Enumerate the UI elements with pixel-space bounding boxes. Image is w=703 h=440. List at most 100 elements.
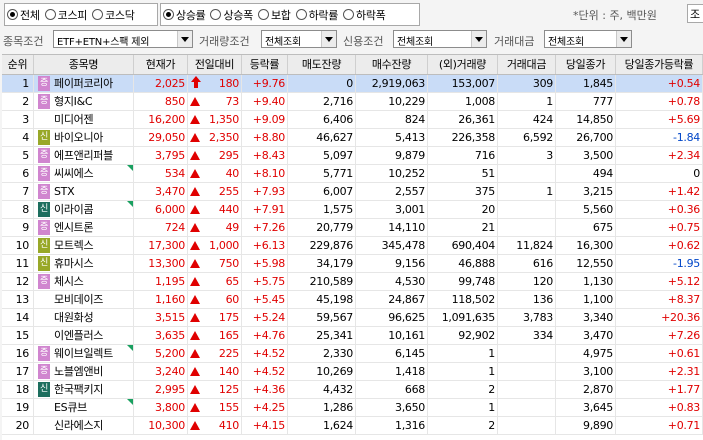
column-header[interactable]: 당일종가등락률 xyxy=(616,55,703,74)
column-header[interactable]: 현재가 xyxy=(134,55,188,74)
unit-box[interactable]: 조 xyxy=(687,4,703,23)
stock-name-cell[interactable]: 신 이라이콤 xyxy=(34,201,134,218)
stock-name[interactable]: 씨씨에스 xyxy=(54,165,94,182)
market-radio-0[interactable]: 전체 xyxy=(5,5,43,24)
column-header[interactable]: 종목명 xyxy=(34,55,134,74)
radio-checked-icon[interactable] xyxy=(7,9,18,20)
table-row[interactable]: 4 신 바이오니아 29,050 2,350 +8.80 46,627 5,413 226,35… xyxy=(2,129,703,147)
table-row[interactable]: 5 증 에프앤리퍼블 3,795 295 +8.43 5,097 9,879 716 3 3,500… xyxy=(2,147,703,165)
stock-name-cell[interactable]: ES큐브 xyxy=(34,399,134,416)
market-radio-2[interactable]: 코스닥 xyxy=(90,5,137,24)
sort-radio-4[interactable]: 하락폭 xyxy=(341,5,388,24)
stock-name[interactable]: 이라이콤 xyxy=(54,201,94,218)
table-row[interactable]: 12 증 체시스 1,195 65 +5.75 210,589 4,530 99,748 120 1… xyxy=(2,273,703,291)
radio-checked-icon[interactable] xyxy=(163,9,174,20)
stock-name[interactable]: 웨이브일렉트 xyxy=(54,345,113,362)
stock-name[interactable]: 대원화성 xyxy=(54,309,94,326)
radio-unchecked-icon[interactable] xyxy=(295,9,307,20)
stock-name[interactable]: 이엔플러스 xyxy=(54,327,103,344)
column-header[interactable]: 전일대비 xyxy=(188,55,242,74)
table-row[interactable]: 6 증 씨씨에스 534 40 +8.10 5,771 10,252 51 494 0 xyxy=(2,165,703,183)
stock-name[interactable]: 체시스 xyxy=(54,273,84,290)
stock-name[interactable]: 한국팩키지 xyxy=(54,381,103,398)
stock-name-cell[interactable]: 모비데이즈 xyxy=(34,291,134,308)
radio-unchecked-icon[interactable] xyxy=(343,9,355,20)
stock-name[interactable]: 바이오니아 xyxy=(54,129,103,146)
table-row[interactable]: 16 증 웨이브일렉트 5,200 225 +4.52 2,330 6,145 1 4,975 +0… xyxy=(2,345,703,363)
stock-name[interactable]: 모비데이즈 xyxy=(54,291,103,308)
stock-name-cell[interactable]: 신라에스지 xyxy=(34,417,134,434)
table-row[interactable]: 15 이엔플러스 3,635 165 +4.76 25,341 10,161 92,902 33… xyxy=(2,327,703,345)
stock-name[interactable]: 노블엠앤비 xyxy=(54,363,103,380)
upper-limit-arrow-icon xyxy=(190,75,202,92)
column-header[interactable]: 순위 xyxy=(2,55,34,74)
stock-name-cell[interactable]: 증 페이퍼코리아 xyxy=(34,75,134,92)
stock-name-cell[interactable]: 미디어젠 xyxy=(34,111,134,128)
stock-name-cell[interactable]: 대원화성 xyxy=(34,309,134,326)
up-triangle-icon xyxy=(190,417,202,434)
sort-radio-1[interactable]: 상승폭 xyxy=(208,5,255,24)
radio-unchecked-icon[interactable] xyxy=(92,9,104,20)
stock-name-cell[interactable]: 증 체시스 xyxy=(34,273,134,290)
table-row[interactable]: 7 증 STX 3,470 255 +7.93 6,007 2,557 375 1 3,215 +1.… xyxy=(2,183,703,201)
table-row[interactable]: 14 대원화성 3,515 175 +5.24 59,567 96,625 1,091,635… xyxy=(2,309,703,327)
sort-radio-0[interactable]: 상승률 xyxy=(161,5,208,24)
sort-radio-2[interactable]: 보합 xyxy=(256,5,294,24)
table-row[interactable]: 8 신 이라이콤 6,000 440 +7.91 1,575 3,001 20 5,560 +0.3… xyxy=(2,201,703,219)
column-header[interactable]: 당일종가 xyxy=(556,55,616,74)
market-radio-1[interactable]: 코스피 xyxy=(43,5,90,24)
radio-unchecked-icon[interactable] xyxy=(210,9,222,20)
stock-name-cell[interactable]: 신 바이오니아 xyxy=(34,129,134,146)
column-header[interactable]: 등락률 xyxy=(242,55,288,74)
stock-name-cell[interactable]: 증 형지I&C xyxy=(34,93,134,110)
column-header[interactable]: 거래대금 xyxy=(498,55,556,74)
stock-name[interactable]: 미디어젠 xyxy=(54,111,94,128)
stock-name[interactable]: 신라에스지 xyxy=(54,417,103,434)
stock-name[interactable]: 형지I&C xyxy=(54,93,93,110)
volume-condition-select[interactable]: 전체조회 xyxy=(261,30,337,48)
table-row[interactable]: 1 증 페이퍼코리아 2,025 180 +9.76 0 2,919,063 153,007 30… xyxy=(2,75,703,93)
stock-name-cell[interactable]: 증 노블엠앤비 xyxy=(34,363,134,380)
table-row[interactable]: 19 ES큐브 3,800 155 +4.25 1,286 3,650 1 3,645 +0.83 xyxy=(2,399,703,417)
credit-condition-select[interactable]: 전체조회 xyxy=(393,30,487,48)
table-row[interactable]: 9 증 엔시트론 724 49 +7.26 20,779 14,110 21 675 +0.75 xyxy=(2,219,703,237)
column-header[interactable]: 매도잔량 xyxy=(288,55,356,74)
stock-name-cell[interactable]: 증 엔시트론 xyxy=(34,219,134,236)
radio-unchecked-icon[interactable] xyxy=(257,9,269,20)
stock-name-cell[interactable]: 증 웨이브일렉트 xyxy=(34,345,134,362)
stock-name-cell[interactable]: 증 씨씨에스 xyxy=(34,165,134,182)
stock-name[interactable]: 에프앤리퍼블 xyxy=(54,147,113,164)
table-row[interactable]: 13 모비데이즈 1,160 60 +5.45 45,198 24,867 118,502 13… xyxy=(2,291,703,309)
table-row[interactable]: 11 신 휴마시스 13,300 750 +5.98 34,179 9,156 46,888 61… xyxy=(2,255,703,273)
radio-unchecked-icon[interactable] xyxy=(44,9,56,20)
stock-name-cell[interactable]: 증 STX xyxy=(34,183,134,200)
stock-name-cell[interactable]: 증 에프앤리퍼블 xyxy=(34,147,134,164)
stock-name-cell[interactable]: 신 한국팩키지 xyxy=(34,381,134,398)
amount-condition-select[interactable]: 전체조회 xyxy=(544,30,632,48)
chevron-down-icon[interactable] xyxy=(321,31,336,47)
stock-name[interactable]: ES큐브 xyxy=(54,399,87,416)
sort-radio-label: 하락률 xyxy=(308,8,339,22)
table-row[interactable]: 10 신 모트렉스 17,300 1,000 +6.13 229,876 345,478 690… xyxy=(2,237,703,255)
stock-name-cell[interactable]: 신 모트렉스 xyxy=(34,237,134,254)
chevron-down-icon[interactable] xyxy=(616,31,631,47)
table-row[interactable]: 17 증 노블엠앤비 3,240 140 +4.52 10,269 1,418 1 3,100 +2… xyxy=(2,363,703,381)
chevron-down-icon[interactable] xyxy=(177,31,192,47)
chevron-down-icon[interactable] xyxy=(471,31,486,47)
stock-condition-select[interactable]: ETF+ETN+스팩 제외 xyxy=(53,30,193,48)
change-cell: 40 xyxy=(188,165,242,182)
column-header[interactable]: 매수잔량 xyxy=(356,55,428,74)
table-row[interactable]: 18 신 한국팩키지 2,995 125 +4.36 4,432 668 2 2,870 +1.77 xyxy=(2,381,703,399)
stock-name-cell[interactable]: 이엔플러스 xyxy=(34,327,134,344)
table-row[interactable]: 2 증 형지I&C 850 73 +9.40 2,716 10,229 1,008 1 777 +0.… xyxy=(2,93,703,111)
stock-name[interactable]: 페이퍼코리아 xyxy=(54,75,113,92)
column-header[interactable]: (외)거래량 xyxy=(428,55,498,74)
table-row[interactable]: 20 신라에스지 10,300 410 +4.15 1,624 1,316 2 9,890 +0.… xyxy=(2,417,703,435)
sort-radio-3[interactable]: 하락률 xyxy=(294,5,341,24)
stock-name[interactable]: 휴마시스 xyxy=(54,255,94,272)
stock-name-cell[interactable]: 신 휴마시스 xyxy=(34,255,134,272)
stock-name[interactable]: STX xyxy=(54,183,75,200)
stock-name[interactable]: 엔시트론 xyxy=(54,219,94,236)
table-row[interactable]: 3 미디어젠 16,200 1,350 +9.09 6,406 824 26,361 424 14… xyxy=(2,111,703,129)
stock-name[interactable]: 모트렉스 xyxy=(54,237,94,254)
